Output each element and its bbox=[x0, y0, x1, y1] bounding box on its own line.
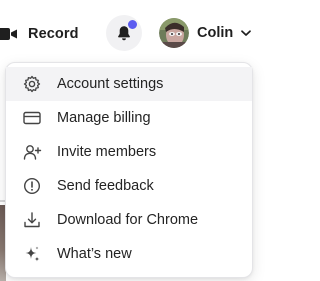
credit-card-icon bbox=[23, 111, 41, 125]
menu-item-label: Account settings bbox=[57, 76, 164, 92]
menu-item-label: Download for Chrome bbox=[57, 212, 199, 228]
record-label: Record bbox=[28, 26, 79, 42]
menu-item-label: Send feedback bbox=[57, 178, 154, 194]
chevron-down-icon bbox=[241, 30, 252, 36]
menu-item-whats-new[interactable]: What’s new bbox=[6, 237, 252, 271]
user-plus-icon bbox=[23, 145, 42, 160]
gear-icon bbox=[23, 75, 41, 93]
menu-item-download-for-chrome[interactable]: Download for Chrome bbox=[6, 203, 252, 237]
download-icon bbox=[24, 212, 40, 228]
notification-badge bbox=[127, 19, 138, 30]
record-button[interactable]: Record bbox=[0, 18, 79, 50]
avatar bbox=[159, 18, 189, 48]
menu-item-send-feedback[interactable]: Send feedback bbox=[6, 169, 252, 203]
menu-item-label: Manage billing bbox=[57, 110, 151, 126]
menu-item-manage-billing[interactable]: Manage billing bbox=[6, 101, 252, 135]
sparkle-icon bbox=[25, 246, 40, 262]
menu-item-invite-members[interactable]: Invite members bbox=[6, 135, 252, 169]
user-menu-button[interactable]: Colin bbox=[159, 17, 252, 49]
account-dropdown-menu: Account settings Manage billing Invite m… bbox=[5, 62, 253, 278]
video-camera-icon bbox=[0, 28, 17, 40]
user-name: Colin bbox=[197, 25, 234, 41]
menu-item-label: Invite members bbox=[57, 144, 157, 160]
alert-circle-icon bbox=[23, 177, 41, 195]
menu-item-label: What’s new bbox=[57, 246, 132, 262]
menu-item-account-settings[interactable]: Account settings bbox=[6, 67, 252, 101]
top-bar: Record Colin bbox=[0, 0, 258, 66]
notifications-button[interactable] bbox=[106, 15, 142, 51]
